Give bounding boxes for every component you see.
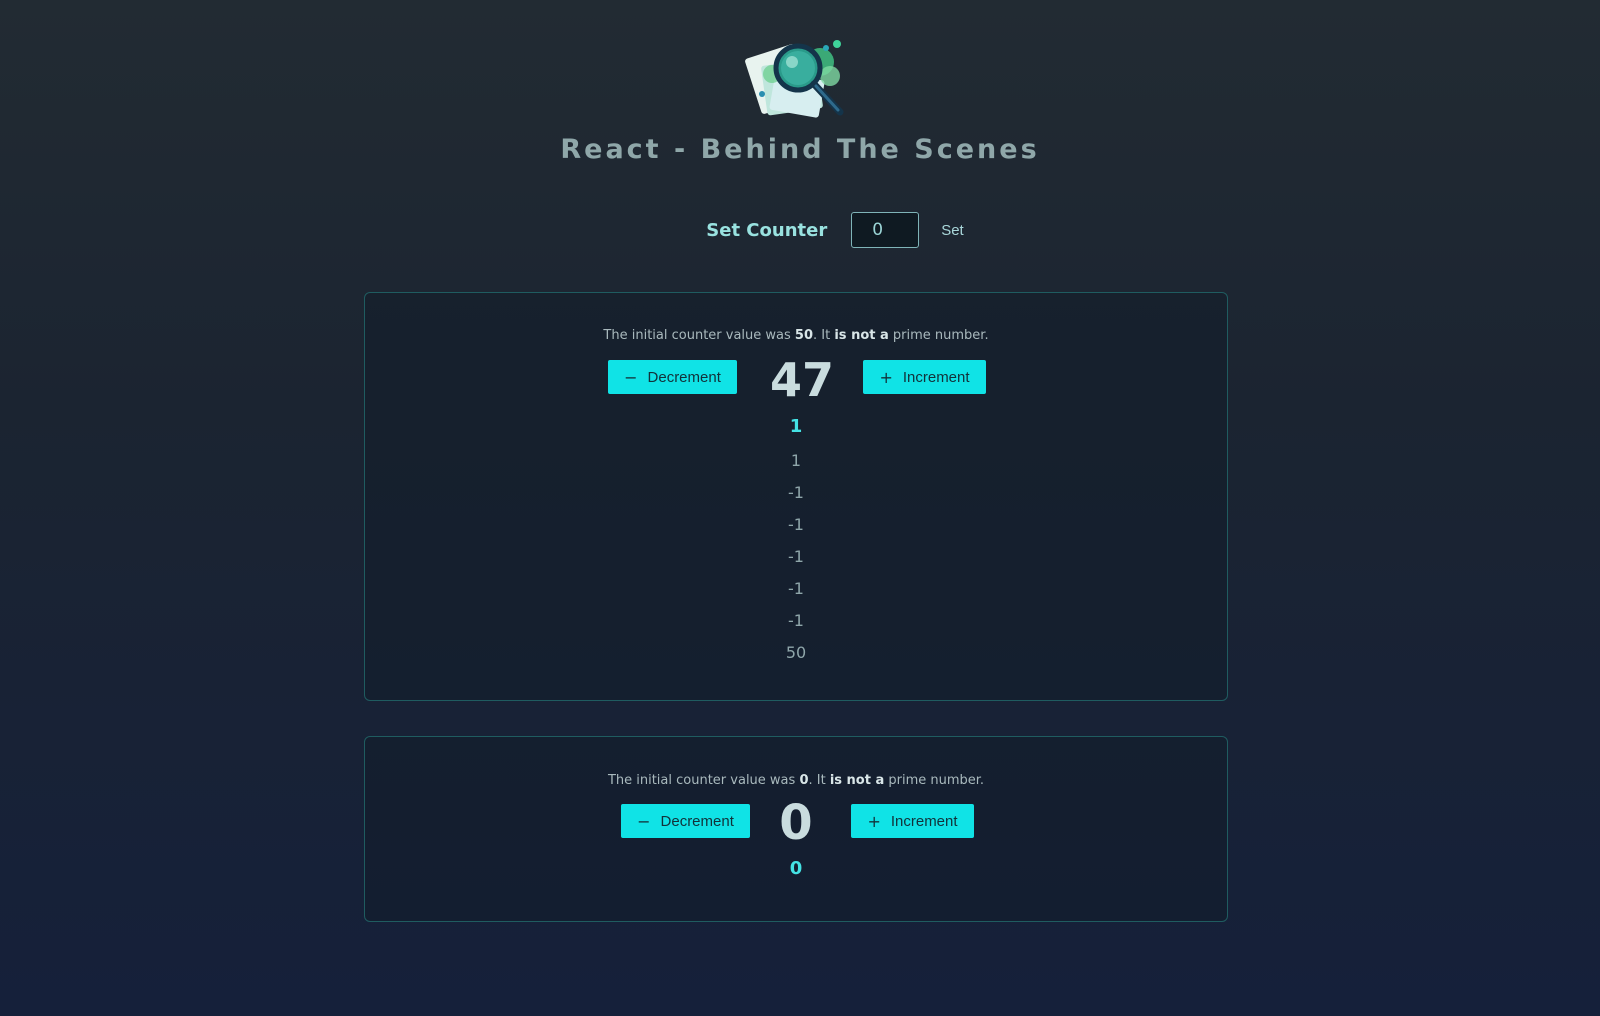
info-middle: . It [813, 328, 835, 343]
counter-history: 1 1 -1 -1 -1 -1 -1 50 [365, 409, 1227, 669]
history-item: 1 [789, 416, 803, 437]
increment-label: Increment [902, 368, 970, 386]
info-middle: . It [808, 773, 830, 788]
history-item: -1 [788, 611, 804, 630]
history-item: 0 [789, 858, 803, 879]
set-counter-input[interactable] [851, 212, 920, 248]
increment-label: Increment [890, 812, 958, 830]
prime-status: is not a [834, 328, 889, 343]
history-item: -1 [788, 515, 804, 534]
counter-history: 0 [365, 851, 1227, 887]
counter-value: 0 [779, 795, 813, 851]
prime-status: is not a [829, 773, 885, 788]
set-counter-label: Set Counter [706, 219, 828, 241]
history-item: 50 [785, 643, 807, 662]
info-prefix: The initial counter value was [603, 328, 795, 343]
counter-card-2: The initial counter value was 0 . It is n… [364, 736, 1228, 922]
info-suffix: prime number. [888, 328, 989, 343]
info-suffix: prime number. [884, 773, 985, 788]
history-item: 1 [790, 451, 802, 470]
counter-value: 47 [769, 353, 834, 407]
plus-icon: + [867, 811, 881, 831]
set-counter-form: Set Counter Set [0, 210, 1600, 250]
history-item: -1 [788, 547, 804, 566]
plus-icon: + [879, 367, 893, 387]
app-logo [745, 40, 844, 118]
history-item: -1 [788, 579, 804, 598]
counter-info-text: The initial counter value was 0. It is n… [365, 773, 1227, 788]
counter-card-1: The initial counter value was 50. It is … [364, 292, 1228, 701]
increment-button[interactable]: + Increment [863, 360, 986, 394]
history-item: -1 [788, 483, 804, 502]
increment-button[interactable]: + Increment [851, 804, 974, 838]
counter-info-text: The initial counter value was 50. It is … [365, 328, 1227, 343]
initial-value: 50 [794, 328, 814, 343]
set-button[interactable]: Set [941, 222, 964, 239]
info-prefix: The initial counter value was [607, 773, 800, 788]
page-title: React - Behind The Scenes [560, 134, 1040, 165]
